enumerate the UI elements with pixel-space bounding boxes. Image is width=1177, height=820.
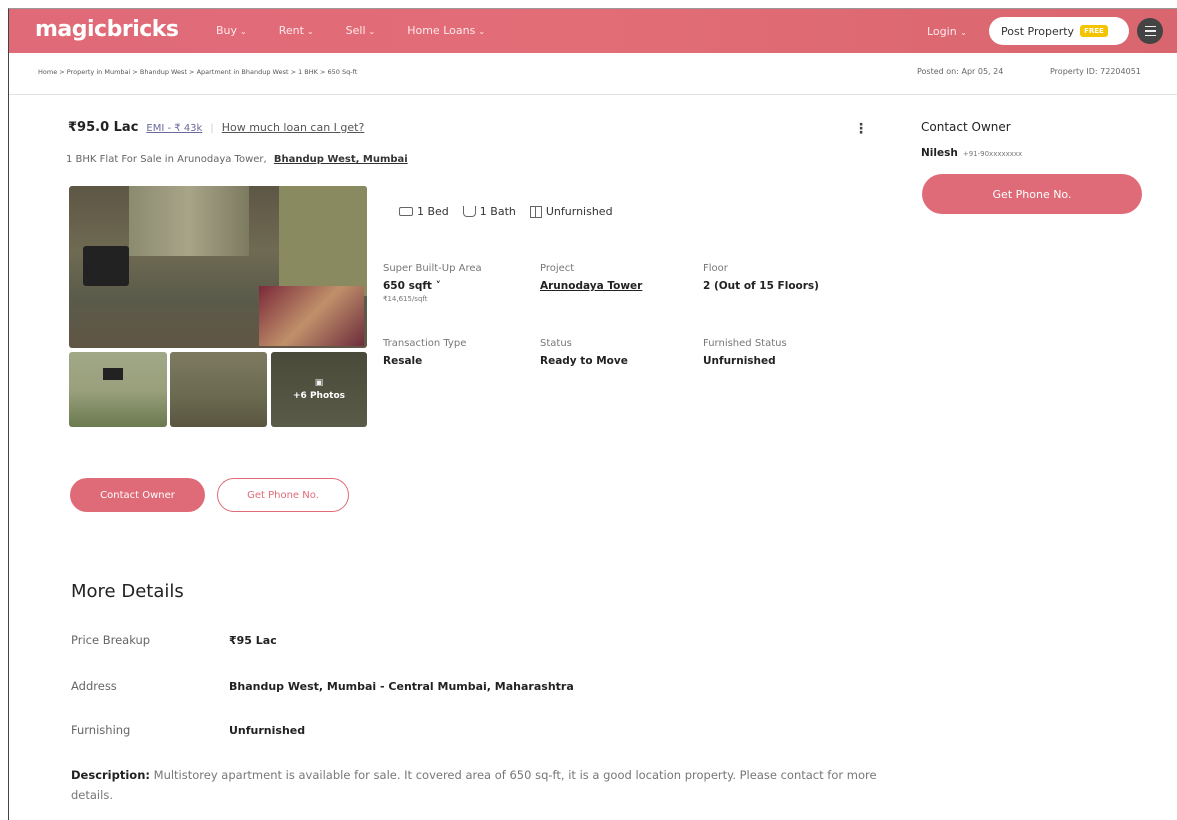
- post-property-label: Post Property: [1001, 24, 1075, 38]
- login-label: Login: [927, 25, 957, 38]
- detail-key: Furnishing: [71, 723, 131, 737]
- detail-key: Price Breakup: [71, 633, 151, 647]
- loan-link[interactable]: How much loan can I get?: [222, 121, 365, 134]
- location-link[interactable]: Bhandup West, Mumbai: [274, 154, 408, 165]
- detail-row: Furnishing Unfurnished: [71, 719, 305, 738]
- detail-value: ₹95 Lac: [229, 634, 277, 647]
- chevron-down-icon: ⌄: [240, 27, 247, 36]
- detail-row: Address Bhandup West, Mumbai - Central Mu…: [71, 675, 574, 694]
- contact-owner-button[interactable]: Contact Owner: [70, 478, 205, 512]
- status-label: Status: [540, 338, 572, 349]
- nav-rent[interactable]: Rent ⌄: [279, 24, 314, 37]
- detail-key: Address: [71, 679, 117, 693]
- chevron-down-icon: ⌄: [306, 27, 314, 36]
- floor-label: Floor: [703, 263, 728, 274]
- area-cell: Super Built-Up Area 650 sqft ˅ ₹14,615/s…: [383, 263, 482, 303]
- contact-owner-title: Contact Owner: [921, 120, 1011, 134]
- detail-value: Bhandup West, Mumbai - Central Mumbai, M…: [229, 680, 574, 693]
- camera-icon: ▣: [314, 378, 324, 388]
- project-link[interactable]: Arunodaya Tower: [540, 280, 642, 292]
- project-cell: Project Arunodaya Tower: [540, 263, 642, 292]
- chevron-down-icon: ⌄: [368, 27, 376, 36]
- furnished-cell: Furnished Status Unfurnished: [703, 338, 787, 367]
- free-badge: FREE: [1080, 25, 1108, 37]
- photo-bed: [259, 286, 364, 346]
- sidebar-get-phone-button[interactable]: Get Phone No.: [922, 174, 1142, 214]
- price: ₹95.0 Lac: [68, 120, 139, 135]
- status-cell: Status Ready to Move: [540, 338, 628, 367]
- nav-sell[interactable]: Sell ⌄: [346, 24, 376, 37]
- project-label: Project: [540, 263, 575, 274]
- more-options-icon[interactable]: ⋮: [854, 121, 868, 137]
- breadcrumb[interactable]: Home > Property in Mumbai > Bhandup West…: [38, 68, 357, 76]
- main-photo[interactable]: [69, 186, 367, 348]
- bed-label: 1 Bed: [417, 205, 449, 218]
- chevron-down-icon: ⌄: [960, 28, 967, 37]
- description-label: Description:: [71, 768, 150, 782]
- photo-thumbnail[interactable]: [170, 352, 267, 427]
- feature-row: 1 Bed 1 Bath Unfurnished: [399, 205, 613, 218]
- nav-buy[interactable]: Buy ⌄: [216, 24, 247, 37]
- furnishing-label: Unfurnished: [545, 205, 613, 218]
- photo-tv: [83, 246, 129, 286]
- menu-line: [1144, 30, 1156, 32]
- floor-value: 2 (Out of 15 Floors): [703, 280, 819, 292]
- property-id: Property ID: 72204051: [1050, 67, 1141, 76]
- menu-line: [1144, 25, 1156, 28]
- status-value: Ready to Move: [540, 355, 628, 367]
- photo-wall: [279, 186, 367, 296]
- photo-window: [129, 186, 249, 256]
- property-title-text: 1 BHK Flat For Sale in Arunodaya Tower,: [66, 154, 267, 165]
- logo[interactable]: magicbricks: [35, 17, 179, 42]
- wardrobe-icon: [529, 205, 542, 218]
- owner-name: Nilesh: [921, 147, 958, 159]
- bed-icon: [399, 207, 413, 216]
- separator: |: [210, 123, 214, 134]
- transaction-cell: Transaction Type Resale: [383, 338, 466, 367]
- furnished-label: Furnished Status: [703, 338, 787, 349]
- description-text: Multistorey apartment is available for s…: [71, 768, 877, 802]
- area-value[interactable]: 650 sqft ˅: [383, 280, 482, 292]
- login-menu[interactable]: Login ⌄: [927, 25, 967, 38]
- nav-home-loans[interactable]: Home Loans ⌄: [407, 24, 485, 37]
- transaction-value: Resale: [383, 355, 423, 367]
- property-title: 1 BHK Flat For Sale in Arunodaya Tower, …: [66, 154, 408, 165]
- emi-link[interactable]: EMI - ₹ 43k: [146, 123, 202, 134]
- furnishing-feature: Unfurnished: [529, 205, 613, 218]
- detail-row: Price Breakup ₹95 Lac: [71, 629, 277, 648]
- menu-line: [1144, 34, 1156, 37]
- area-rate: ₹14,615/sqft: [383, 295, 428, 303]
- owner-info: Nilesh +91-90xxxxxxxx: [921, 147, 1022, 159]
- price-row: ₹95.0 Lac EMI - ₹ 43k | How much loan ca…: [68, 120, 364, 135]
- chevron-down-icon: ⌄: [478, 27, 486, 36]
- description: Description: Multistorey apartment is av…: [71, 765, 891, 805]
- more-details-title: More Details: [71, 581, 184, 602]
- bath-icon: [462, 206, 476, 217]
- top-header: magicbricks Buy ⌄ Rent ⌄ Sell ⌄ Home Loans ⌄…: [9, 9, 1177, 53]
- main-nav: Buy ⌄ Rent ⌄ Sell ⌄ Home Loans ⌄: [216, 24, 517, 37]
- owner-phone: +91-90xxxxxxxx: [962, 150, 1023, 158]
- photo-tv: [103, 368, 123, 380]
- furnished-value: Unfurnished: [703, 355, 776, 367]
- bed-feature: 1 Bed: [399, 205, 449, 218]
- nav-label: Buy: [216, 24, 238, 37]
- breadcrumb-bar: Home > Property in Mumbai > Bhandup West…: [9, 53, 1177, 95]
- detail-value: Unfurnished: [229, 724, 306, 737]
- hamburger-menu-button[interactable]: [1137, 18, 1163, 44]
- nav-label: Home Loans: [407, 24, 476, 37]
- more-photos-label: +6 Photos: [293, 391, 345, 401]
- posted-date: Posted on: Apr 05, 24: [917, 67, 1004, 76]
- post-property-button[interactable]: Post Property FREE: [989, 17, 1129, 45]
- bath-feature: 1 Bath: [462, 205, 516, 218]
- bath-label: 1 Bath: [479, 205, 516, 218]
- page-frame: magicbricks Buy ⌄ Rent ⌄ Sell ⌄ Home Loans ⌄…: [8, 8, 1177, 820]
- get-phone-button[interactable]: Get Phone No.: [217, 478, 349, 512]
- transaction-label: Transaction Type: [383, 338, 467, 349]
- nav-label: Sell: [345, 24, 366, 37]
- photo-thumbnail[interactable]: [69, 352, 167, 427]
- nav-label: Rent: [278, 24, 304, 37]
- more-photos-thumbnail[interactable]: ▣ +6 Photos: [271, 352, 367, 427]
- area-label: Super Built-Up Area: [383, 263, 482, 274]
- floor-cell: Floor 2 (Out of 15 Floors): [703, 263, 819, 292]
